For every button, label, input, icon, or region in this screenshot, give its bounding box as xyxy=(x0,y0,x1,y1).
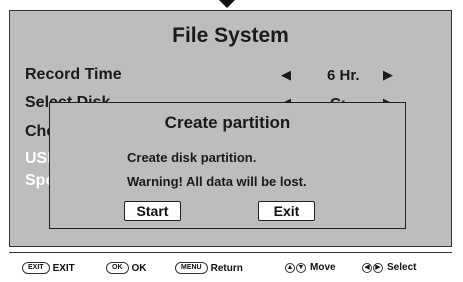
down-arrow-icon: ▼ xyxy=(296,262,306,273)
record-time-label[interactable]: Record Time xyxy=(25,66,122,84)
record-time-left-arrow-icon[interactable]: ◀ xyxy=(281,67,291,83)
footer-exit[interactable]: EXIT EXIT xyxy=(22,262,75,274)
dialog-warning: Warning! All data will be lost. xyxy=(127,174,307,189)
exit-label: EXIT xyxy=(52,262,75,274)
dialog-title: Create partition xyxy=(164,113,291,132)
menu-key-icon: MENU xyxy=(175,262,208,274)
left-arrow-icon: ◀ xyxy=(362,262,372,273)
return-label: Return xyxy=(210,262,243,274)
ok-label: OK xyxy=(131,262,147,274)
footer-move[interactable]: ▲ ▼ Move xyxy=(285,262,336,273)
ok-key-icon: OK xyxy=(106,262,129,274)
move-label: Move xyxy=(310,262,336,273)
footer-bar: EXIT EXIT OK OK MENU Return ▲ ▼ Move ◀ ▶… xyxy=(9,252,452,281)
dialog-message: Create disk partition. xyxy=(127,150,257,165)
exit-key-icon: EXIT xyxy=(22,262,50,274)
select-label: Select xyxy=(387,262,417,273)
page-title: File System xyxy=(172,24,289,47)
start-button[interactable]: Start xyxy=(124,201,181,221)
record-time-right-arrow-icon[interactable]: ▶ xyxy=(383,67,393,83)
down-arrow-icon xyxy=(219,0,235,8)
exit-button[interactable]: Exit xyxy=(258,201,315,221)
up-arrow-icon: ▲ xyxy=(285,262,295,273)
footer-select[interactable]: ◀ ▶ Select xyxy=(362,262,416,273)
footer-ok[interactable]: OK OK xyxy=(106,262,147,274)
create-partition-dialog: Create partition Create disk partition. … xyxy=(49,102,406,229)
right-arrow-icon: ▶ xyxy=(373,262,383,273)
record-time-value: 6 Hr. xyxy=(327,67,360,84)
footer-return[interactable]: MENU Return xyxy=(175,262,243,274)
